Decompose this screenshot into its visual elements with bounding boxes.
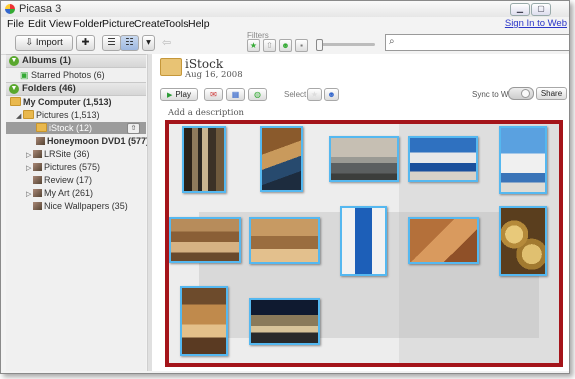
folder-thumbnail-icon bbox=[33, 202, 42, 210]
menu-picture[interactable]: Picture bbox=[102, 18, 135, 30]
folder-icon bbox=[36, 123, 47, 132]
play-icon: ▶ bbox=[167, 92, 173, 99]
photo-thumbnail-istock-7[interactable] bbox=[249, 217, 320, 264]
import-button[interactable]: ⇩ Import bbox=[15, 35, 73, 51]
minimize-button[interactable]: ▁ bbox=[510, 3, 530, 16]
tree-icon: ☷ bbox=[125, 37, 134, 48]
filter-people-button[interactable]: ☻ bbox=[279, 39, 292, 52]
menu-bar: File Edit View Folder Picture Create Too… bbox=[1, 17, 569, 30]
picasa-logo-icon bbox=[5, 4, 15, 14]
sync-to-web-toggle[interactable] bbox=[508, 87, 534, 100]
sidebar-item-starred[interactable]: ▣ Starred Photos (6) bbox=[6, 69, 146, 81]
sidebar-item-review[interactable]: Review (17) bbox=[6, 174, 146, 186]
share-button[interactable]: Share bbox=[536, 87, 567, 100]
view-dropdown-button[interactable]: ▾ bbox=[142, 35, 155, 51]
play-slideshow-button[interactable]: ▶ Play bbox=[160, 88, 198, 101]
folder-thumbnail-icon bbox=[36, 137, 45, 145]
star-icon: ★ bbox=[249, 41, 258, 50]
sidebar-item-my-computer[interactable]: My Computer (1,513) bbox=[6, 96, 146, 108]
collapse-icon[interactable]: ▼ bbox=[9, 56, 19, 66]
list-view-button[interactable]: ☰ bbox=[102, 35, 121, 51]
chevron-down-icon: ▾ bbox=[146, 37, 151, 48]
video-icon: ▪ bbox=[300, 41, 303, 50]
collapse-icon[interactable]: ▼ bbox=[9, 84, 19, 94]
folder-title[interactable]: iStock bbox=[185, 57, 223, 71]
sidebar-item-pictures-575[interactable]: ▷ Pictures (575) bbox=[6, 161, 146, 173]
folder-icon bbox=[160, 58, 182, 76]
starred-album-icon: ▣ bbox=[20, 70, 29, 80]
people-icon: ✚ bbox=[81, 37, 90, 48]
web-album-button[interactable]: ◍ bbox=[248, 88, 267, 101]
menu-create[interactable]: Create bbox=[134, 18, 166, 30]
sign-in-link[interactable]: Sign In to Web bbox=[505, 18, 567, 29]
photo-thumbnail-istock-10[interactable] bbox=[499, 206, 547, 276]
filter-starred-button[interactable]: ★ bbox=[247, 39, 260, 52]
collage-button[interactable]: ▦ bbox=[226, 88, 245, 101]
email-icon: ✉ bbox=[210, 90, 217, 99]
person-icon: ☻ bbox=[327, 90, 336, 99]
tree-view-button[interactable]: ☷ bbox=[120, 35, 139, 51]
menu-edit[interactable]: Edit bbox=[28, 18, 46, 30]
folder-thumbnail-icon bbox=[33, 189, 42, 197]
folder-thumbnail-icon bbox=[33, 176, 42, 184]
sidebar-item-lrsite[interactable]: ▷ LRSite (36) bbox=[6, 148, 146, 160]
folder-icon bbox=[10, 97, 21, 106]
globe-icon: ◍ bbox=[254, 90, 261, 99]
sidebar-item-my-art[interactable]: ▷ My Art (261) bbox=[6, 187, 146, 199]
search-input[interactable]: ⌕ bbox=[385, 34, 569, 51]
filter-uploaded-button[interactable]: ⇧ bbox=[263, 39, 276, 52]
title-bar: Picasa 3 ▁ ▢ bbox=[1, 1, 569, 17]
filter-slider-track[interactable] bbox=[317, 43, 375, 46]
filter-slider-knob[interactable] bbox=[316, 39, 323, 51]
folder-description[interactable]: Add a description bbox=[168, 108, 244, 118]
add-people-button[interactable]: ✚ bbox=[76, 35, 95, 51]
menu-tools[interactable]: Tools bbox=[164, 18, 189, 30]
folder-thumbnail-icon bbox=[33, 150, 42, 158]
filter-video-button[interactable]: ▪ bbox=[295, 39, 308, 52]
photo-grid bbox=[165, 120, 563, 367]
photo-thumbnail-istock-12[interactable] bbox=[249, 298, 320, 345]
menu-view[interactable]: View bbox=[49, 18, 72, 30]
photo-thumbnail-istock-4[interactable] bbox=[408, 136, 478, 182]
photo-thumbnail-istock-9[interactable] bbox=[408, 217, 479, 264]
menu-folder[interactable]: Folder bbox=[73, 18, 103, 30]
sidebar-item-istock[interactable]: iStock (12) ⇧ bbox=[6, 122, 146, 134]
sidebar-item-pictures[interactable]: ◢ Pictures (1,513) bbox=[6, 109, 146, 121]
photo-thumbnail-istock-8[interactable] bbox=[340, 206, 387, 276]
collage-icon: ▦ bbox=[231, 90, 240, 99]
photo-thumbnail-istock-3[interactable] bbox=[329, 136, 399, 182]
upload-icon: ⇧ bbox=[266, 41, 273, 50]
email-button[interactable]: ✉ bbox=[204, 88, 223, 101]
folder-icon bbox=[23, 110, 34, 119]
select-people-button[interactable]: ☻ bbox=[324, 88, 339, 101]
folder-date: Aug 16, 2008 bbox=[185, 70, 243, 80]
photo-thumbnail-istock-2[interactable] bbox=[260, 126, 303, 192]
select-starred-button[interactable]: ★ bbox=[307, 88, 322, 101]
folders-section-header[interactable]: ▼ Folders (46) bbox=[6, 82, 146, 96]
window-title: Picasa 3 bbox=[19, 3, 62, 15]
person-icon: ☻ bbox=[281, 41, 290, 50]
search-icon: ⌕ bbox=[389, 36, 395, 47]
sidebar: ▼ Albums (1) ▣ Starred Photos (6) ▼ Fold… bbox=[6, 54, 149, 371]
photo-thumbnail-istock-6[interactable] bbox=[169, 217, 241, 263]
share-folder-icon[interactable]: ⇧ bbox=[127, 123, 140, 134]
maximize-button[interactable]: ▢ bbox=[531, 3, 551, 16]
albums-section-header[interactable]: ▼ Albums (1) bbox=[6, 54, 146, 68]
star-icon: ★ bbox=[310, 90, 319, 99]
back-icon[interactable]: ⇦ bbox=[162, 36, 171, 49]
select-label: Select bbox=[284, 90, 307, 99]
photo-thumbnail-istock-1[interactable] bbox=[182, 126, 226, 193]
sidebar-item-honeymoon[interactable]: Honeymoon DVD1 (577) bbox=[6, 135, 149, 147]
photo-thumbnail-istock-11[interactable] bbox=[180, 286, 228, 356]
sidebar-item-nice-wallpapers[interactable]: Nice Wallpapers (35) bbox=[6, 200, 146, 212]
folder-thumbnail-icon bbox=[33, 163, 42, 171]
picasa-window: Picasa 3 ▁ ▢ File Edit View Folder Pictu… bbox=[0, 0, 570, 374]
import-icon: ⇩ bbox=[25, 37, 36, 48]
list-icon: ☰ bbox=[107, 37, 116, 48]
menu-file[interactable]: File bbox=[7, 18, 24, 30]
menu-help[interactable]: Help bbox=[188, 18, 210, 30]
folder-view: iStock Aug 16, 2008 ▶ Play ✉ ▦ ◍ Select ★… bbox=[152, 54, 569, 371]
photo-thumbnail-istock-5[interactable] bbox=[499, 126, 547, 194]
